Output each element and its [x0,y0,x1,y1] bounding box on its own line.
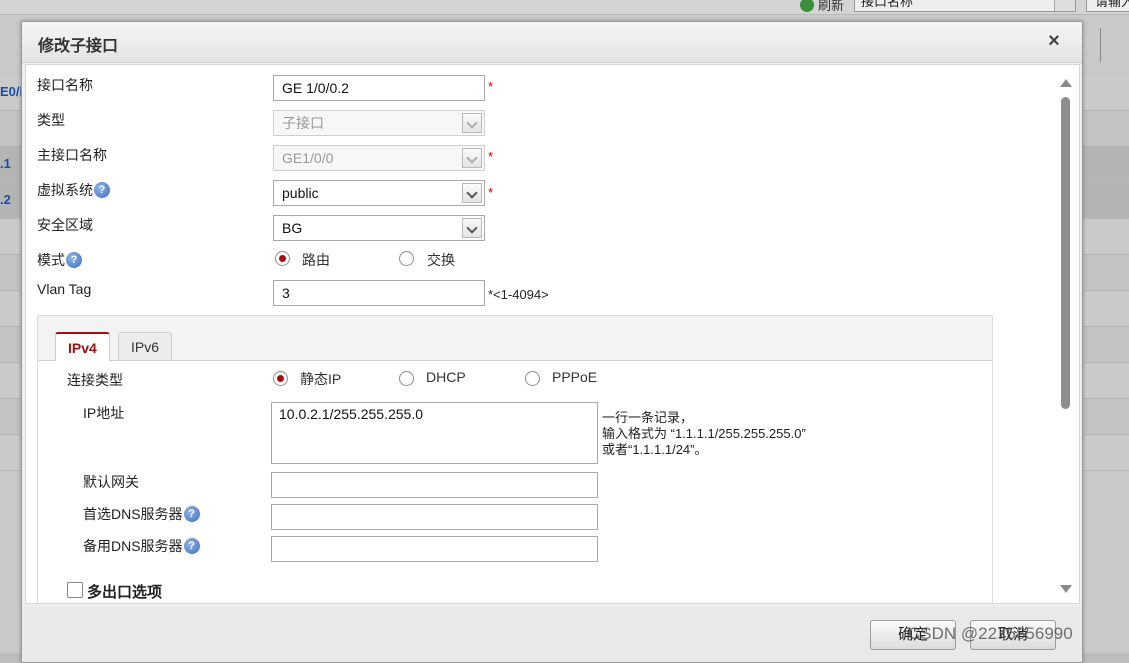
default-gateway-input[interactable] [271,472,598,498]
type-label: 类型 [37,112,65,128]
close-icon[interactable]: × [1044,30,1064,52]
mode-route-radio[interactable] [275,251,290,266]
tab-ipv6[interactable]: IPv6 [118,332,173,360]
mode-switch-label[interactable]: 交换 [427,250,455,270]
virtual-system-select[interactable]: public [273,180,485,206]
chevron-down-icon [462,148,482,168]
dialog-body: 接口名称 GE 1/0/0.2 * 类型 子接口 主接口名称 GE1/0/0 *… [25,64,1080,604]
type-select: 子接口 [273,110,485,136]
dhcp-radio[interactable] [399,371,414,386]
search-field-select[interactable]: 接口名称 [854,0,1076,12]
main-interface-label: 主接口名称 [37,147,107,163]
required-marker: * [488,79,494,94]
refresh-icon [800,0,814,12]
ip-address-textarea[interactable]: 10.0.2.1/255.255.255.0 [271,402,598,464]
mode-route-label[interactable]: 路由 [302,250,330,270]
virtual-system-label: 虚拟系统 ? [37,180,110,200]
dialog-header: 修改子接口 × [22,22,1082,63]
scroll-down-icon[interactable] [1060,585,1072,593]
dhcp-label[interactable]: DHCP [426,369,466,385]
mode-switch-radio[interactable] [399,251,414,266]
pppoe-label[interactable]: PPPoE [552,369,597,385]
chevron-down-icon [462,183,482,203]
help-icon[interactable]: ? [183,538,200,554]
interface-name-label: 接口名称 [37,77,93,93]
default-gateway-label: 默认网关 [83,474,139,490]
connection-type-label: 连接类型 [67,372,123,388]
required-marker: * [488,185,494,200]
primary-dns-input[interactable] [271,504,598,530]
static-ip-radio[interactable] [273,371,288,386]
main-interface-select: GE1/0/0 [273,145,485,171]
dialog-scrollbar[interactable] [1058,75,1074,597]
dialog-title: 修改子接口 [38,38,119,55]
help-icon[interactable]: ? [66,252,82,268]
multi-exit-label[interactable]: 多出口选项 [87,581,162,602]
help-icon[interactable]: ? [94,182,110,198]
interface-name-input[interactable]: GE 1/0/0.2 [273,75,485,101]
search-input[interactable]: 请输入 [1086,0,1129,12]
divider [1100,28,1101,62]
ipv4-tab-content: 连接类型 静态IP DHCP PPPoE IP地址 10.0.2.1/255.2… [38,361,992,603]
secondary-dns-input[interactable] [271,536,598,562]
help-icon[interactable]: ? [183,506,200,522]
ip-address-label: IP地址 [83,405,125,421]
static-ip-label[interactable]: 静态IP [300,369,341,389]
scroll-up-icon[interactable] [1060,79,1072,87]
security-zone-select[interactable]: BG [273,215,485,241]
required-marker: * [488,149,494,164]
ip-settings-panel: IPv4 IPv6 连接类型 静态IP DHCP PPPoE IP地址 10.0… [37,315,993,603]
chevron-down-icon [1054,0,1075,11]
refresh-button[interactable]: 刷新 [800,0,844,14]
ip-address-format-hint: 一行一条记录， 输入格式为 “1.1.1.1/255.255.255.0” 或者… [602,410,806,457]
security-zone-label: 安全区域 [37,217,93,233]
secondary-dns-label: 备用DNS服务器 ? [83,536,200,556]
vlan-tag-range-hint: *<1-4094> [488,287,549,302]
vlan-tag-input[interactable]: 3 [273,280,485,306]
scrollbar-thumb[interactable] [1061,97,1070,409]
primary-dns-label: 首选DNS服务器 ? [83,504,200,524]
interface-link[interactable]: .1 [0,156,11,171]
chevron-down-icon [462,113,482,133]
chevron-down-icon [462,218,482,238]
multi-exit-checkbox[interactable] [67,582,83,598]
mode-label: 模式 ? [37,250,82,270]
tab-ipv4[interactable]: IPv4 [55,332,110,361]
watermark-text: CSDN @2275856990 [908,624,1073,643]
interface-link[interactable]: .2 [0,192,11,207]
edit-subinterface-dialog: 修改子接口 × 接口名称 GE 1/0/0.2 * 类型 子接口 主接口名称 G… [21,21,1083,663]
vlan-tag-label: Vlan Tag [37,281,92,297]
pppoe-radio[interactable] [525,371,540,386]
